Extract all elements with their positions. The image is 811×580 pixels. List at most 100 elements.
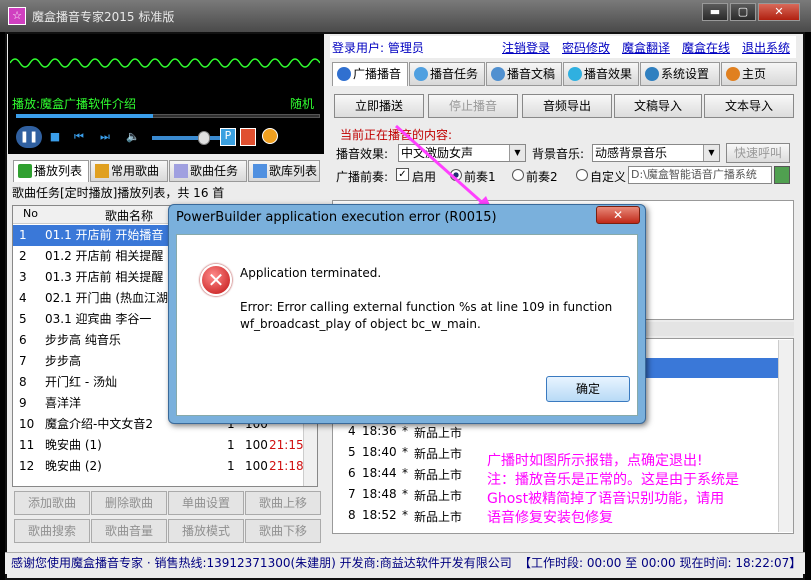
schedule-time: 18:48 — [362, 487, 397, 501]
translate-link[interactable]: 魔盒翻译 — [622, 39, 670, 56]
stop-broadcast-button[interactable]: 停止播音 — [428, 94, 518, 118]
song-volume: 100 — [245, 438, 268, 452]
exit-link[interactable]: 退出系统 — [742, 39, 790, 56]
move-down-button[interactable]: 歌曲下移 — [245, 519, 321, 543]
song-no: 7 — [19, 354, 27, 368]
waveform — [10, 58, 320, 68]
song-count: 1 — [227, 459, 235, 473]
volume-slider[interactable] — [152, 136, 222, 140]
song-name: 03.1 迎宾曲 李谷一 — [45, 312, 152, 326]
song-volume: 100 — [245, 459, 268, 473]
tab-common-songs[interactable]: 常用歌曲 — [90, 160, 168, 182]
schedule-star: * — [402, 487, 408, 501]
effect-label: 播音效果: — [336, 147, 389, 161]
song-time: 21:15 — [269, 438, 304, 452]
status-right: 【工作时段: 00:00 至 00:00 现在时间: 18:22:07】 — [519, 556, 802, 570]
schedule-time: 18:52 — [362, 508, 397, 522]
schedule-no: 4 — [348, 424, 356, 438]
song-name: 01.3 开店前 相关提醒 — [45, 270, 164, 284]
volume-icon[interactable]: 🔈 — [124, 126, 142, 148]
schedule-no: 8 — [348, 508, 356, 522]
schedule-no: 7 — [348, 487, 356, 501]
schedule-time: 18:44 — [362, 466, 397, 480]
schedule-text: 新品上市 — [414, 426, 463, 440]
prelude-label: 广播前奏: — [336, 170, 389, 184]
ok-button[interactable]: 确定 — [546, 376, 630, 402]
note-line-2: 注：播放音乐是正常的。这是由于系统是 — [487, 472, 739, 488]
song-name: 晚安曲 (1) — [45, 438, 102, 452]
note-line-4: 语音修复安装包修复 — [487, 510, 613, 526]
custom-label: 自定义 — [590, 170, 627, 184]
prelude2-radio[interactable] — [512, 169, 524, 181]
browse-icon[interactable] — [774, 166, 790, 184]
online-link[interactable]: 魔盒在线 — [682, 39, 730, 56]
tab-home[interactable]: 主页 — [721, 62, 797, 86]
tab-settings[interactable]: 系统设置 — [640, 62, 720, 86]
song-no: 8 — [19, 375, 27, 389]
song-name: 魔盒介绍-中文女音2 — [45, 417, 153, 431]
song-name: 02.1 开门曲 (热血江湖 — [45, 291, 169, 305]
song-no: 2 — [19, 249, 27, 263]
next-icon[interactable]: ⏭ — [96, 126, 114, 148]
schedule-star: * — [402, 466, 408, 480]
search-song-button[interactable]: 歌曲搜索 — [14, 519, 90, 543]
minimize-button[interactable]: ▬ — [702, 3, 728, 21]
schedule-no: 6 — [348, 466, 356, 480]
song-no: 6 — [19, 333, 27, 347]
close-button[interactable]: ✕ — [758, 3, 800, 21]
move-up-button[interactable]: 歌曲上移 — [245, 491, 321, 515]
prelude-path-field[interactable]: D:\魔盒智能语音广播系统 — [628, 166, 772, 184]
song-no: 10 — [19, 417, 35, 431]
prev-icon[interactable]: ⏮ — [70, 126, 88, 148]
dialog-title: PowerBuilder application execution error… — [176, 210, 497, 225]
broadcast-now-button[interactable]: 立即播送 — [334, 94, 424, 118]
tab-effects[interactable]: 播音效果 — [563, 62, 639, 86]
tab-broadcast[interactable]: 广播播音 — [332, 62, 408, 86]
song-name: 喜洋洋 — [45, 396, 82, 410]
song-volume-button[interactable]: 歌曲音量 — [91, 519, 167, 543]
password-link[interactable]: 密码修改 — [562, 39, 610, 56]
schedule-no: 5 — [348, 445, 356, 459]
tab-scripts[interactable]: 播音文稿 — [486, 62, 562, 86]
song-settings-button[interactable]: 单曲设置 — [168, 491, 244, 515]
window-title: 魔盒播音专家2015 标准版 — [32, 10, 175, 24]
play-mode-button[interactable]: 播放模式 — [168, 519, 244, 543]
logout-link[interactable]: 注销登录 — [502, 39, 550, 56]
p-icon[interactable]: P — [220, 128, 236, 146]
progress-bar[interactable] — [16, 112, 320, 120]
note-line-3: Ghost被精简掉了语音识别功能，请用 — [487, 491, 725, 507]
maximize-button[interactable]: ▢ — [730, 3, 756, 21]
error-icon: ✕ — [200, 264, 232, 296]
song-no: 12 — [19, 459, 35, 473]
tab-library[interactable]: 歌库列表 — [248, 160, 320, 182]
dialog-close-button[interactable]: ✕ — [596, 206, 640, 224]
quick-call-button[interactable]: 快速呼叫 — [726, 143, 790, 163]
schedule-star: * — [402, 508, 408, 522]
tab-broadcast-tasks[interactable]: 播音任务 — [409, 62, 485, 86]
song-name: 步步高 纯音乐 — [45, 333, 121, 347]
song-no: 11 — [19, 438, 35, 452]
status-bar: 感谢您使用魔盒播音专家 · 销售热线:13912371300(朱建朋) 开发商:… — [5, 552, 805, 574]
settings-icon[interactable] — [262, 128, 278, 144]
import-script-button[interactable]: 文稿导入 — [614, 94, 702, 118]
schedule-scrollbar[interactable] — [778, 340, 793, 532]
annotation-arrow — [395, 124, 494, 214]
table-row[interactable]: 12 晚安曲 (2) 1 100 21:18 — [13, 456, 304, 477]
tab-song-tasks[interactable]: 歌曲任务 — [169, 160, 247, 182]
delete-song-button[interactable]: 删除歌曲 — [91, 491, 167, 515]
table-row[interactable]: 11 晚安曲 (1) 1 100 21:15 — [13, 435, 304, 456]
bgm-select[interactable]: 动感背景音乐 ▼ — [592, 144, 720, 162]
custom-radio[interactable] — [576, 169, 588, 181]
export-audio-button[interactable]: 音频导出 — [522, 94, 612, 118]
song-name: 01.1 开店前 开始播音 — [45, 228, 164, 242]
image-icon[interactable] — [240, 128, 256, 146]
schedule-text: 新品上市 — [414, 510, 463, 524]
import-text-button[interactable]: 文本导入 — [704, 94, 794, 118]
add-song-button[interactable]: 添加歌曲 — [14, 491, 90, 515]
tab-playlist[interactable]: 播放列表 — [13, 160, 89, 182]
stop-icon[interactable]: ■ — [46, 126, 64, 148]
volume-thumb[interactable] — [198, 131, 210, 145]
pause-icon[interactable]: ❚❚ — [16, 126, 42, 148]
song-no: 5 — [19, 312, 27, 326]
schedule-text: 新品上市 — [414, 489, 463, 503]
